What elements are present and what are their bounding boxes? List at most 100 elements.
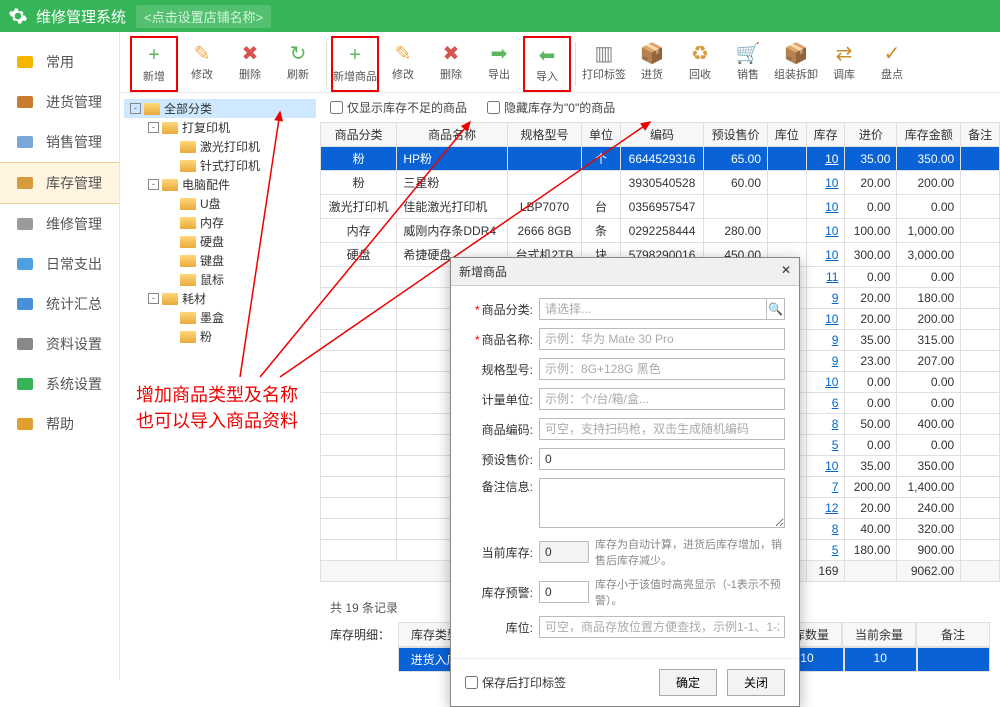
toolbar-打印标签[interactable]: ▥打印标签 xyxy=(580,36,628,92)
col-header[interactable]: 规格型号 xyxy=(507,123,581,147)
shop-name-button[interactable]: <点击设置店铺名称> xyxy=(136,5,271,28)
toolbar-回收[interactable]: ♻回收 xyxy=(676,36,724,92)
category-select[interactable] xyxy=(539,298,767,320)
close-icon[interactable]: ✕ xyxy=(781,263,791,280)
sidebar-item-9[interactable]: 帮助 xyxy=(0,404,119,444)
toolbar-icon: ✖ xyxy=(226,40,274,66)
col-header[interactable]: 预设售价 xyxy=(704,123,768,147)
sidebar-item-0[interactable]: 常用 xyxy=(0,42,119,82)
sidebar-item-7[interactable]: 资料设置 xyxy=(0,324,119,364)
toolbar-新增[interactable]: +新增 xyxy=(130,36,178,92)
stock-input[interactable] xyxy=(539,541,589,563)
cancel-button[interactable]: 关闭 xyxy=(727,669,785,696)
tree-label: 针式打印机 xyxy=(200,157,260,174)
tree-label: 粉 xyxy=(200,328,212,345)
tree-node[interactable]: -打复印机 xyxy=(124,118,316,137)
toolbar-销售[interactable]: 🛒销售 xyxy=(724,36,772,92)
sidebar-label: 资料设置 xyxy=(46,334,102,354)
search-icon[interactable]: 🔍 xyxy=(767,298,785,320)
tree-node[interactable]: -全部分类 xyxy=(124,99,316,118)
sidebar-item-4[interactable]: 维修管理 xyxy=(0,204,119,244)
toolbar-icon: 📦 xyxy=(628,40,676,66)
sidebar-item-1[interactable]: 进货管理 xyxy=(0,82,119,122)
loc-input[interactable] xyxy=(539,616,785,638)
col-header[interactable]: 库存金额 xyxy=(897,123,961,147)
tree-toggle-icon[interactable]: - xyxy=(148,293,159,304)
tree-node[interactable]: 粉 xyxy=(124,327,316,346)
col-header[interactable]: 商品名称 xyxy=(397,123,508,147)
toolbar-盘点[interactable]: ✓盘点 xyxy=(868,36,916,92)
col-header[interactable]: 进价 xyxy=(845,123,897,147)
toolbar-删除[interactable]: ✖删除 xyxy=(427,36,475,92)
price-input[interactable] xyxy=(539,448,785,470)
toolbar-新增商品[interactable]: +新增商品 xyxy=(331,36,379,92)
table-row[interactable]: 激光打印机佳能激光打印机LBP7070台0356957547100.000.00 xyxy=(321,195,1000,219)
toolbar-删除[interactable]: ✖删除 xyxy=(226,36,274,92)
tree-node[interactable]: 内存 xyxy=(124,213,316,232)
toolbar-刷新[interactable]: ↻刷新 xyxy=(274,36,322,92)
tree-label: 电脑配件 xyxy=(182,176,230,193)
sidebar-item-3[interactable]: 库存管理 xyxy=(0,162,119,204)
tree-node[interactable]: 针式打印机 xyxy=(124,156,316,175)
folder-icon xyxy=(162,122,178,134)
table-row[interactable]: 内存威刚内存条DDR42666 8GB条0292258444280.001010… xyxy=(321,219,1000,243)
tree-label: 内存 xyxy=(200,214,224,231)
table-row[interactable]: 粉HP粉个664452931665.001035.00350.00 xyxy=(321,147,1000,171)
sidebar-icon xyxy=(14,51,36,73)
toolbar-导出[interactable]: ➡导出 xyxy=(475,36,523,92)
toolbar-调库[interactable]: ⇄调库 xyxy=(820,36,868,92)
check-low-stock[interactable]: 仅显示库存不足的商品 xyxy=(330,99,467,116)
sidebar-label: 帮助 xyxy=(46,414,74,434)
toolbar-修改[interactable]: ✎修改 xyxy=(178,36,226,92)
ok-button[interactable]: 确定 xyxy=(659,669,717,696)
tree-node[interactable]: U盘 xyxy=(124,194,316,213)
check-hide-zero[interactable]: 隐藏库存为"0"的商品 xyxy=(487,99,615,116)
sidebar-item-8[interactable]: 系统设置 xyxy=(0,364,119,404)
toolbar-导入[interactable]: ⬅导入 xyxy=(523,36,571,92)
toolbar-icon: 📦 xyxy=(772,40,820,66)
save-print-check[interactable]: 保存后打印标签 xyxy=(465,674,566,691)
toolbar-icon: + xyxy=(132,42,176,68)
col-header[interactable]: 编码 xyxy=(620,123,703,147)
col-header[interactable]: 库存 xyxy=(806,123,845,147)
tree-node[interactable]: - 电脑配件 xyxy=(124,175,316,194)
toolbar-icon: ✎ xyxy=(379,40,427,66)
col-header[interactable]: 库位 xyxy=(768,123,807,147)
sidebar-icon xyxy=(14,333,36,355)
toolbar-label: 导入 xyxy=(525,68,569,84)
toolbar-icon: ⬅ xyxy=(525,42,569,68)
tree-toggle-icon[interactable]: - xyxy=(148,179,159,190)
folder-icon xyxy=(162,179,178,191)
name-input[interactable] xyxy=(539,328,785,350)
warn-input[interactable] xyxy=(539,581,589,603)
note-input[interactable] xyxy=(539,478,785,528)
col-header[interactable]: 单位 xyxy=(582,123,621,147)
app-header: 维修管理系统 <点击设置店铺名称> xyxy=(0,0,1000,32)
tree-toggle-icon[interactable]: - xyxy=(130,103,141,114)
sidebar-item-6[interactable]: 统计汇总 xyxy=(0,284,119,324)
tree-toggle-icon[interactable]: - xyxy=(148,122,159,133)
tree-node[interactable]: 键盘 xyxy=(124,251,316,270)
toolbar-label: 新增 xyxy=(132,68,176,84)
tree-node[interactable]: -耗材 xyxy=(124,289,316,308)
col-header[interactable]: 商品分类 xyxy=(321,123,397,147)
tree-node[interactable]: 鼠标 xyxy=(124,270,316,289)
toolbar-label: 修改 xyxy=(379,66,427,82)
spec-input[interactable] xyxy=(539,358,785,380)
code-input[interactable] xyxy=(539,418,785,440)
detail-header: 当前余量 xyxy=(842,622,916,647)
toolbar-进货[interactable]: 📦进货 xyxy=(628,36,676,92)
sidebar-label: 进货管理 xyxy=(46,92,102,112)
col-header[interactable]: 备注 xyxy=(961,123,1000,147)
sidebar-item-2[interactable]: 销售管理 xyxy=(0,122,119,162)
sidebar-item-5[interactable]: 日常支出 xyxy=(0,244,119,284)
sidebar-label: 库存管理 xyxy=(46,173,102,193)
toolbar-修改[interactable]: ✎修改 xyxy=(379,36,427,92)
annotation-text: 增加商品类型及名称也可以导入商品资料 xyxy=(136,382,298,434)
toolbar-组装拆卸[interactable]: 📦组装拆卸 xyxy=(772,36,820,92)
unit-input[interactable] xyxy=(539,388,785,410)
tree-node[interactable]: 硬盘 xyxy=(124,232,316,251)
tree-node[interactable]: 激光打印机 xyxy=(124,137,316,156)
table-row[interactable]: 粉三星粉393054052860.001020.00200.00 xyxy=(321,171,1000,195)
tree-node[interactable]: 墨盒 xyxy=(124,308,316,327)
